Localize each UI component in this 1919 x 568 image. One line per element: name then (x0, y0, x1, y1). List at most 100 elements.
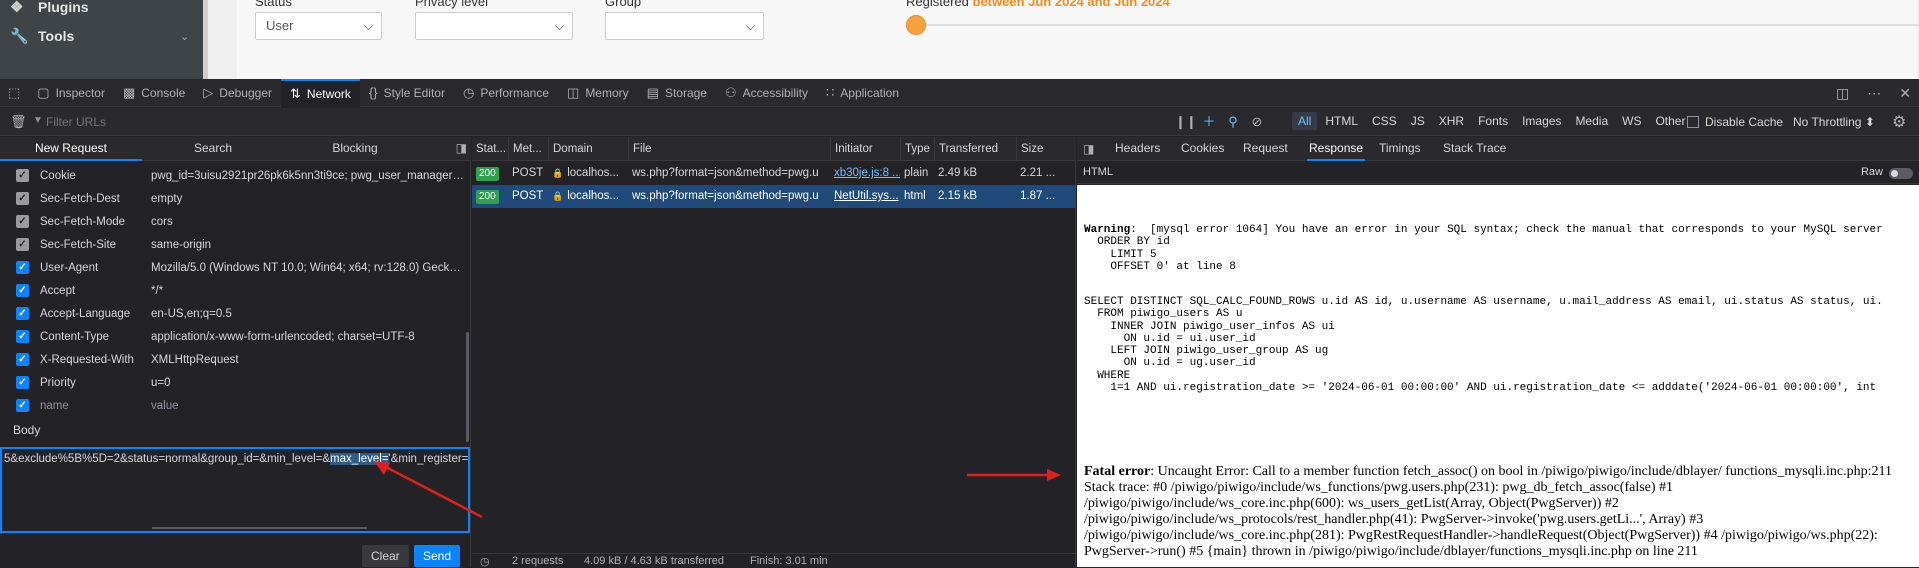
tab-blocking[interactable]: Blocking (284, 137, 426, 161)
search-icon[interactable]: ⚲ (1223, 112, 1243, 132)
gear-icon[interactable]: ⚙ (1892, 112, 1906, 132)
block-icon[interactable]: ⊘ (1247, 112, 1267, 132)
add-request-icon[interactable]: ＋ (1199, 112, 1219, 132)
column-initiator[interactable]: Initiator (830, 137, 900, 161)
tab-search[interactable]: Search (142, 137, 284, 161)
header-checkbox[interactable]: ✓ (16, 399, 29, 412)
tab-application[interactable]: ∷ Application (817, 79, 908, 107)
tab-cookies[interactable]: Cookies (1181, 137, 1224, 161)
tab-response[interactable]: Response (1307, 137, 1366, 161)
header-checkbox[interactable]: ✓ (16, 215, 29, 228)
filter-html[interactable]: HTML (1319, 112, 1364, 130)
tab-debugger[interactable]: ▷ Debugger (194, 79, 281, 107)
tab-memory[interactable]: ◫ Memory (558, 79, 638, 107)
header-name[interactable]: Priority (40, 377, 76, 389)
header-checkbox[interactable]: ✓ (16, 169, 29, 182)
registered-slider-handle[interactable] (906, 15, 926, 35)
group-select[interactable]: ⌵ (605, 12, 764, 40)
dock-icon[interactable]: ◫ (1836, 85, 1849, 102)
privacy-level-select[interactable]: ⌵ (415, 12, 573, 40)
element-picker-button[interactable]: ⬚ (0, 79, 28, 107)
tab-storage[interactable]: ▤ Storage (638, 79, 716, 107)
column-method[interactable]: Met... (508, 137, 548, 161)
column-domain[interactable]: Domain (548, 137, 628, 161)
column-type[interactable]: Type (900, 137, 934, 161)
header-checkbox[interactable]: ✓ (16, 376, 29, 389)
tab-style-editor[interactable]: {} Style Editor (360, 79, 454, 107)
new-header-name-input[interactable]: name (40, 400, 69, 412)
throttling-select[interactable]: No Throttling ⬍ (1793, 115, 1875, 129)
column-size[interactable]: Size (1016, 137, 1076, 161)
filter-images[interactable]: Images (1516, 112, 1567, 130)
request-body-textarea[interactable]: 5&exclude%5B%5D=2&status=normal&group_id… (0, 447, 470, 533)
clear-button[interactable]: Clear (362, 545, 409, 567)
request-row[interactable]: 200 POST 🔒 localhos... ws.php?format=json… (472, 162, 1076, 185)
header-name[interactable]: Accept (40, 285, 75, 297)
more-options-icon[interactable]: ⋯ (1867, 85, 1881, 102)
filter-all[interactable]: All (1292, 112, 1318, 130)
status-select[interactable]: User ⌵ (255, 12, 382, 40)
header-value[interactable]: pwg_id=3uisu2921pr26pk6k5nn3ti9ce; pwg_u… (151, 170, 466, 182)
header-checkbox[interactable]: ✓ (16, 192, 29, 205)
filter-ws[interactable]: WS (1616, 112, 1647, 130)
header-checkbox[interactable]: ✓ (16, 307, 29, 320)
initiator-link[interactable]: NetUtil.sys... (834, 190, 899, 202)
header-name[interactable]: Accept-Language (40, 308, 130, 320)
header-checkbox[interactable]: ✓ (16, 330, 29, 343)
header-checkbox[interactable]: ✓ (16, 353, 29, 366)
column-status[interactable]: Stat... (472, 137, 508, 161)
column-file[interactable]: File (628, 137, 830, 161)
tab-timings[interactable]: Timings (1379, 137, 1421, 161)
filter-css[interactable]: CSS (1366, 112, 1403, 130)
header-value[interactable]: Mozilla/5.0 (Windows NT 10.0; Win64; x64… (151, 262, 466, 274)
header-name[interactable]: Cookie (40, 170, 76, 182)
tab-performance[interactable]: ◷ Performance (454, 79, 558, 107)
header-value[interactable]: XMLHttpRequest (151, 354, 466, 366)
pause-icon[interactable]: ❙❙ (1175, 112, 1197, 132)
filter-urls-input[interactable] (30, 112, 1170, 132)
header-value[interactable]: */* (151, 285, 466, 297)
tab-headers[interactable]: Headers (1115, 137, 1160, 161)
header-name[interactable]: Sec-Fetch-Mode (40, 216, 125, 228)
header-checkbox[interactable]: ✓ (16, 261, 29, 274)
header-name[interactable]: User-Agent (40, 262, 98, 274)
tab-network[interactable]: ⇅ Network (281, 78, 360, 107)
filter-fonts[interactable]: Fonts (1472, 112, 1514, 130)
initiator-link[interactable]: xb30je.js:8 ... (834, 167, 900, 179)
send-button[interactable]: Send (414, 545, 461, 567)
new-header-value-input[interactable]: value (151, 400, 466, 412)
headers-scrollbar[interactable] (466, 332, 469, 442)
raw-toggle[interactable] (1889, 168, 1913, 179)
registered-slider-track[interactable] (918, 24, 1918, 26)
header-value[interactable]: u=0 (151, 377, 466, 389)
filter-media[interactable]: Media (1569, 112, 1614, 130)
tab-accessibility[interactable]: ⚇ Accessibility (716, 79, 817, 107)
tab-stack-trace[interactable]: Stack Trace (1443, 137, 1506, 161)
body-horizontal-scrollbar[interactable] (152, 527, 367, 529)
header-value[interactable]: same-origin (151, 239, 466, 251)
toggle-panel-icon[interactable]: ◨ (456, 141, 467, 155)
header-name[interactable]: Sec-Fetch-Dest (40, 193, 120, 205)
filter-other[interactable]: Other (1649, 112, 1691, 130)
close-icon[interactable]: ✕ (1899, 85, 1911, 102)
column-transferred[interactable]: Transferred (934, 137, 1016, 161)
header-value[interactable]: application/x-www-form-urlencoded; chars… (151, 331, 466, 343)
tab-inspector[interactable]: ▢ Inspector (28, 79, 114, 107)
toggle-panel-icon[interactable]: ◨ (1083, 142, 1094, 156)
sidebar-item-tools[interactable]: 🔧 Tools ⌄ (10, 25, 189, 47)
header-value[interactable]: en-US,en;q=0.5 (151, 308, 466, 320)
tab-new-request[interactable]: New Request (0, 137, 142, 161)
header-value[interactable]: cors (151, 216, 466, 228)
header-checkbox[interactable]: ✓ (16, 284, 29, 297)
header-name[interactable]: Content-Type (40, 331, 109, 343)
header-value[interactable]: empty (151, 193, 466, 205)
header-name[interactable]: X-Requested-With (40, 354, 134, 366)
sidebar-item-plugins[interactable]: ❖ Plugins (10, 0, 89, 18)
disable-cache-checkbox[interactable]: Disable Cache (1687, 115, 1783, 129)
tab-request[interactable]: Request (1243, 137, 1288, 161)
filter-xhr[interactable]: XHR (1433, 112, 1470, 130)
tab-console[interactable]: ▩ Console (114, 79, 194, 107)
header-name[interactable]: Sec-Fetch-Site (40, 239, 116, 251)
header-checkbox[interactable]: ✓ (16, 238, 29, 251)
request-row-selected[interactable]: 200 POST 🔒 localhos... ws.php?format=json… (472, 185, 1076, 208)
